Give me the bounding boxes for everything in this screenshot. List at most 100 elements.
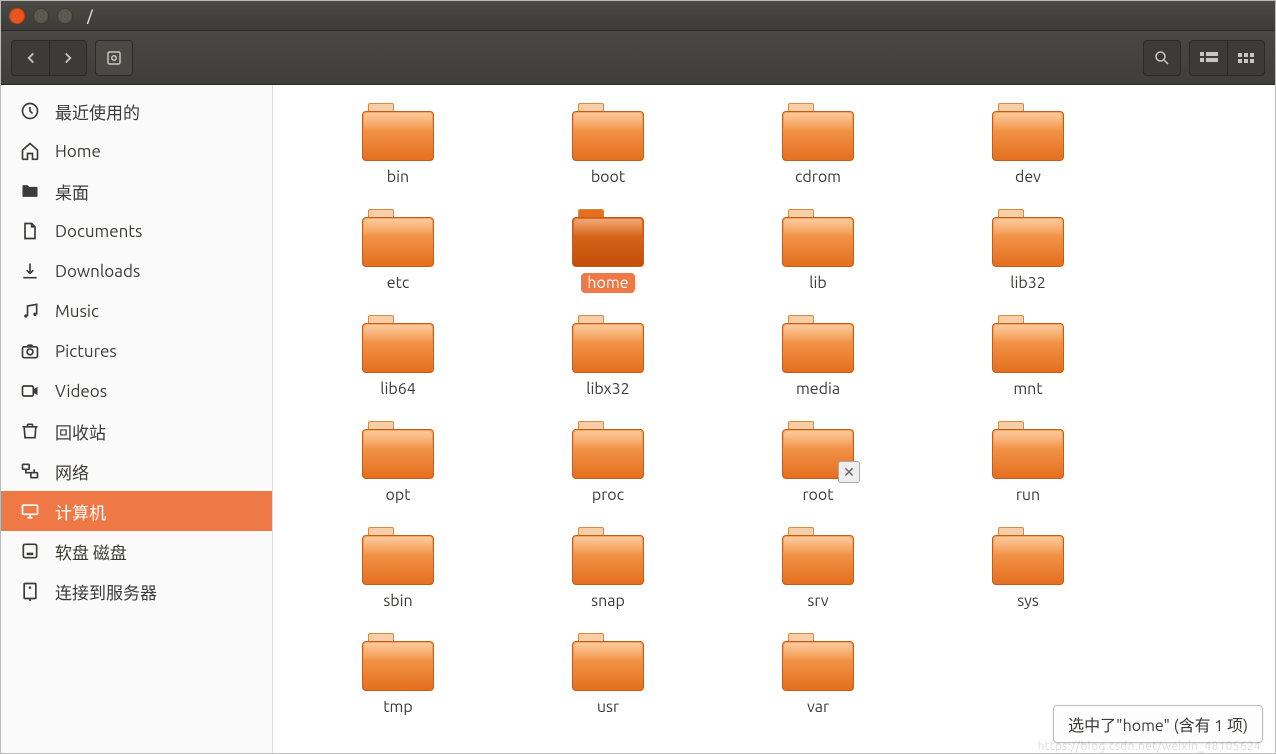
document-icon [19, 220, 41, 242]
sidebar-item-最近使用的[interactable]: 最近使用的 [1, 91, 272, 131]
folder-label: srv [801, 591, 834, 611]
folder-lib[interactable]: lib [753, 209, 883, 293]
sidebar-item-计算机[interactable]: 计算机 [1, 491, 272, 531]
folder-mnt[interactable]: mnt [963, 315, 1093, 399]
sidebar-item-连接到服务器[interactable]: 连接到服务器 [1, 571, 272, 611]
toolbar [1, 31, 1275, 85]
folder-proc[interactable]: proc [543, 421, 673, 505]
folder-label: media [790, 379, 846, 399]
sidebar-item-label: 最近使用的 [55, 99, 140, 124]
sidebar-item-downloads[interactable]: Downloads [1, 251, 272, 291]
folder-icon [572, 527, 644, 585]
folder-icon [782, 527, 854, 585]
sidebar-item-label: 软盘 磁盘 [55, 539, 127, 564]
folder-lib32[interactable]: lib32 [963, 209, 1093, 293]
folder-label: cdrom [789, 167, 847, 187]
content-pane[interactable]: bin boot cdrom dev etchome lib lib32 lib64 libx3… [273, 85, 1275, 753]
sidebar-item-label: 回收站 [55, 419, 106, 444]
sidebar-item-videos[interactable]: Videos [1, 371, 272, 411]
folder-label: lib32 [1004, 273, 1052, 293]
sidebar-item-label: Pictures [55, 342, 117, 361]
sidebar-item-回收站[interactable]: 回收站 [1, 411, 272, 451]
window-minimize-button[interactable] [33, 8, 49, 24]
folder-root[interactable]: ✕root [753, 421, 883, 505]
folder-label: snap [585, 591, 631, 611]
folder-run[interactable]: run [963, 421, 1093, 505]
folder-icon [572, 633, 644, 691]
folder-home[interactable]: home [543, 209, 673, 293]
folder-var[interactable]: var [753, 633, 883, 717]
sidebar-item-label: 计算机 [55, 499, 106, 524]
sidebar-item-music[interactable]: Music [1, 291, 272, 331]
server-icon [19, 580, 41, 602]
sidebar-item-网络[interactable]: 网络 [1, 451, 272, 491]
folder-icon [992, 209, 1064, 267]
folder-icon [992, 315, 1064, 373]
folder-cdrom[interactable]: cdrom [753, 103, 883, 187]
folder-grid: bin boot cdrom dev etchome lib lib32 lib64 libx3… [333, 103, 1245, 717]
back-button[interactable] [11, 40, 49, 76]
folder-icon [572, 315, 644, 373]
folder-media[interactable]: media [753, 315, 883, 399]
folder-icon [362, 421, 434, 479]
window-titlebar: / [1, 1, 1275, 31]
sidebar-item-label: Documents [55, 222, 142, 241]
folder-icon [572, 421, 644, 479]
folder-icon: ✕ [782, 421, 854, 479]
sidebar-item-label: 网络 [55, 459, 89, 484]
sidebar-item-软盘-磁盘[interactable]: 软盘 磁盘 [1, 531, 272, 571]
grid-view-button[interactable] [1227, 40, 1265, 76]
trash-icon [19, 420, 41, 442]
folder-icon [992, 103, 1064, 161]
folder-icon [782, 315, 854, 373]
folder-lib64[interactable]: lib64 [333, 315, 463, 399]
folder-dev[interactable]: dev [963, 103, 1093, 187]
folder-icon [782, 103, 854, 161]
list-view-button[interactable] [1189, 40, 1227, 76]
folder-icon [992, 527, 1064, 585]
folder-icon [362, 527, 434, 585]
window-close-button[interactable] [9, 8, 25, 24]
folder-bin[interactable]: bin [333, 103, 463, 187]
folder-libx32[interactable]: libx32 [543, 315, 673, 399]
music-icon [19, 300, 41, 322]
forward-button[interactable] [49, 40, 87, 76]
sidebar-item-label: 连接到服务器 [55, 579, 157, 604]
folder-boot[interactable]: boot [543, 103, 673, 187]
folder-sys[interactable]: sys [963, 527, 1093, 611]
sidebar-item-label: Videos [55, 382, 107, 401]
folder-label: lib [803, 273, 832, 293]
folder-sbin[interactable]: sbin [333, 527, 463, 611]
sidebar-item-documents[interactable]: Documents [1, 211, 272, 251]
disk-icon [105, 49, 123, 67]
search-button[interactable] [1143, 40, 1181, 76]
sidebar-item-桌面[interactable]: 桌面 [1, 171, 272, 211]
folder-etc[interactable]: etc [333, 209, 463, 293]
sidebar: 最近使用的 Home桌面 Documents Downloads Music Pictur… [1, 85, 273, 753]
search-icon [1153, 49, 1171, 67]
folder-usr[interactable]: usr [543, 633, 673, 717]
sidebar-item-pictures[interactable]: Pictures [1, 331, 272, 371]
nav-button-group [11, 40, 87, 76]
main-area: 最近使用的 Home桌面 Documents Downloads Music Pictur… [1, 85, 1275, 753]
folder-icon [572, 209, 644, 267]
folder-srv[interactable]: srv [753, 527, 883, 611]
sidebar-item-home[interactable]: Home [1, 131, 272, 171]
folder-label: run [1010, 485, 1046, 505]
folder-label: opt [379, 485, 416, 505]
folder-label: var [801, 697, 835, 717]
sidebar-item-label: Music [55, 302, 99, 321]
folder-opt[interactable]: opt [333, 421, 463, 505]
window-title: / [87, 7, 93, 24]
folder-label: boot [585, 167, 631, 187]
window-maximize-button[interactable] [57, 8, 73, 24]
folder-snap[interactable]: snap [543, 527, 673, 611]
view-button-group [1189, 40, 1265, 76]
folder-label: dev [1009, 167, 1047, 187]
folder-label: mnt [1007, 379, 1048, 399]
home-icon [19, 140, 41, 162]
folder-tmp[interactable]: tmp [333, 633, 463, 717]
path-segment-button[interactable] [95, 40, 133, 76]
folder-icon [362, 103, 434, 161]
folder-label: proc [586, 485, 630, 505]
